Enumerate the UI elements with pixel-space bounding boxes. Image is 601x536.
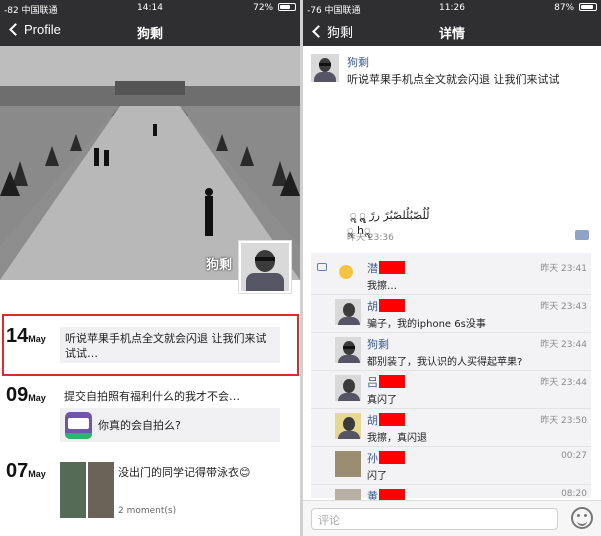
shared-link-card[interactable]: 你真的会自拍么? — [60, 408, 280, 442]
status-bar: -82 中国联通 14:14 72% — [0, 0, 300, 17]
comment-text: 真闪了 — [367, 395, 397, 406]
emoji-icon[interactable] — [571, 507, 593, 529]
post-username[interactable]: 狗剩 — [347, 54, 369, 70]
comment-text: 骗子，我的iphone 6s没事 — [367, 319, 486, 330]
comment-row[interactable]: 孙 闪了 00:27 — [311, 447, 591, 485]
battery-percent: 72% — [253, 3, 274, 13]
redaction-block — [379, 299, 405, 312]
moment-text: 没出门的同学记得带泳衣😊 — [118, 466, 251, 479]
comment-username[interactable]: 胡 — [367, 298, 405, 314]
moment-count: 2 moment(s) — [118, 506, 177, 516]
comment-time: 昨天 23:43 — [540, 302, 587, 312]
nav-bar: 狗剩 详情 — [303, 17, 601, 46]
highlight-box — [2, 314, 299, 376]
comment-time: 00:27 — [561, 451, 587, 461]
comment-row[interactable]: 胡 骗子，我的iphone 6s没事 昨天 23:43 — [311, 295, 591, 333]
comment-username[interactable]: 狗剩 — [367, 336, 389, 352]
photo-thumbnail — [60, 462, 86, 518]
comment-text: 都别装了，我认识的人买得起苹果? — [367, 357, 523, 368]
smiley-avatar — [339, 265, 353, 282]
battery-indicator: 72% — [253, 3, 296, 13]
avatar[interactable] — [335, 299, 361, 325]
comment-time: 08:20 — [561, 489, 587, 499]
redaction-block — [379, 451, 405, 464]
comment-username[interactable]: 潜 — [367, 260, 405, 276]
battery-icon — [579, 3, 597, 11]
comment-time: 昨天 23:41 — [540, 264, 587, 274]
comment-username[interactable]: 吕 — [367, 374, 405, 390]
moment-date: 07May — [6, 460, 46, 482]
redaction-block — [379, 261, 405, 274]
comment-options-icon[interactable] — [575, 230, 589, 240]
post-detail: 狗剩 听说苹果手机点全文就会闪退 让我们来试试 لُلُصّبُلُلصّبُر… — [303, 46, 601, 246]
comment-text: 我擦，真闪退 — [367, 433, 427, 444]
post-time: 昨天 23:36 — [347, 233, 394, 243]
status-bar: -76 中国联通 11:26 87% — [303, 0, 601, 17]
battery-indicator: 87% — [554, 3, 597, 13]
avatar-image — [241, 243, 289, 291]
redaction-block — [379, 413, 405, 426]
link-title: 你真的会自拍么? — [98, 418, 181, 432]
moment-text: 提交自拍照有福利什么的我才不会… — [64, 390, 240, 403]
avatar[interactable] — [335, 451, 361, 477]
comment-username[interactable]: 孙 — [367, 450, 405, 466]
profile-panel: -82 中国联通 14:14 72% Profile 狗剩 狗剩 14May 听… — [0, 0, 300, 536]
comment-time: 昨天 23:50 — [540, 416, 587, 426]
avatar[interactable] — [335, 375, 361, 401]
avatar[interactable] — [311, 54, 339, 82]
detail-panel: -76 中国联通 11:26 87% 狗剩 详情 狗剩 听说苹果手机点全文就会闪… — [303, 0, 601, 536]
profile-avatar[interactable] — [238, 240, 292, 294]
comment-row[interactable]: 吕 真闪了 昨天 23:44 — [311, 371, 591, 409]
screen: -82 中国联通 14:14 72% Profile 狗剩 狗剩 14May 听… — [0, 0, 601, 536]
avatar[interactable] — [335, 413, 361, 439]
comment-input-bar: 评论 — [303, 500, 601, 536]
app-icon — [65, 411, 92, 439]
comment-row[interactable]: 潜 我擦… 昨天 23:41 — [311, 257, 591, 295]
comment-time: 昨天 23:44 — [540, 340, 587, 350]
battery-percent: 87% — [554, 3, 575, 13]
comment-username[interactable]: 胡 — [367, 412, 405, 428]
nav-bar: Profile 狗剩 — [0, 17, 300, 46]
comment-input[interactable]: 评论 — [311, 508, 558, 530]
battery-icon — [278, 3, 296, 11]
post-text: 听说苹果手机点全文就会闪退 让我们来试试 — [347, 73, 560, 86]
comment-text: 我擦… — [367, 281, 397, 292]
comment-time: 昨天 23:44 — [540, 378, 587, 388]
moment-date: 09May — [6, 384, 46, 406]
avatar[interactable] — [335, 337, 361, 363]
page-title: 狗剩 — [136, 27, 163, 42]
page-title: 详情 — [438, 27, 465, 42]
comment-text: 闪了 — [367, 471, 387, 482]
cover-username: 狗剩 — [205, 258, 232, 273]
comment-row[interactable]: 胡 我擦，真闪退 昨天 23:50 — [311, 409, 591, 447]
photo-thumbnail — [88, 462, 114, 518]
redaction-block — [379, 375, 405, 388]
comments-list: 潜 我擦… 昨天 23:41 胡 骗子，我的iphone 6s没事 昨天 23:… — [311, 253, 591, 503]
moment-photos[interactable] — [60, 462, 114, 518]
comment-row[interactable]: 狗剩 都别装了，我认识的人买得起苹果? 昨天 23:44 — [311, 333, 591, 371]
